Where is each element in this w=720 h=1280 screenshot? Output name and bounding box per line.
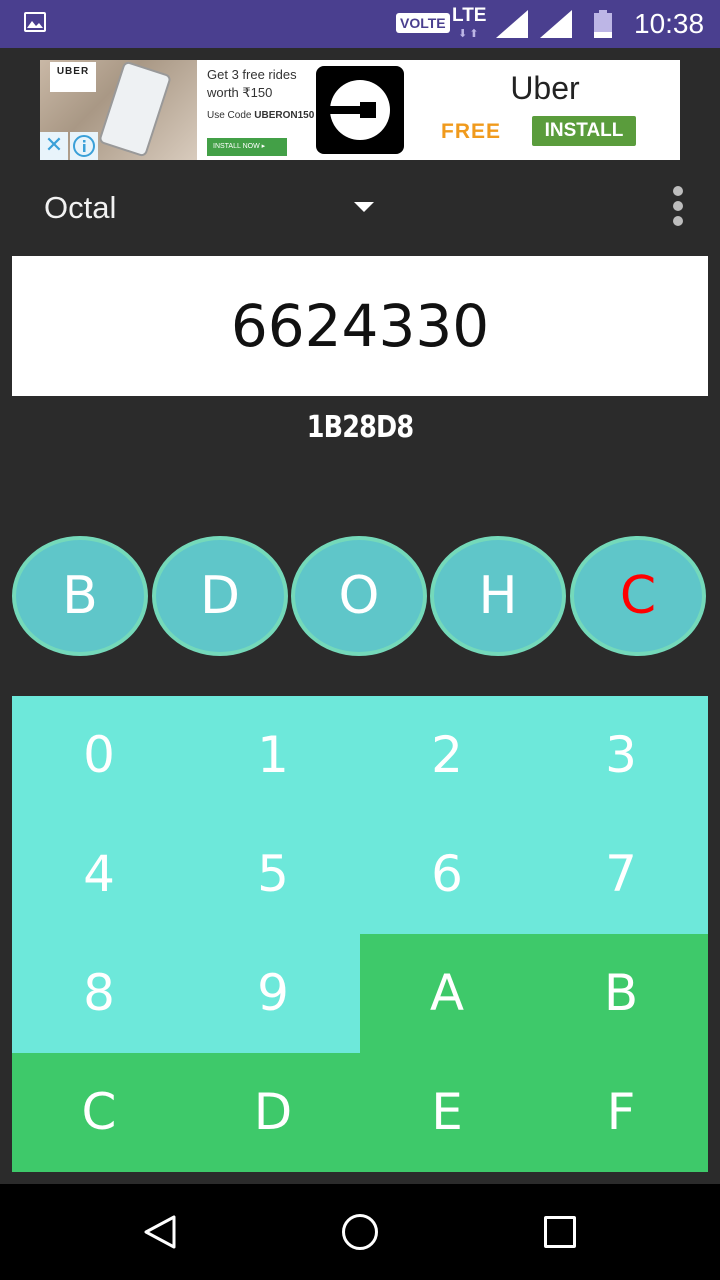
ad-install-now-label: INSTALL NOW bbox=[213, 143, 260, 150]
network-type: LTE bbox=[452, 5, 487, 26]
key-a[interactable]: A bbox=[360, 934, 534, 1053]
key-5[interactable]: 5 bbox=[186, 815, 360, 934]
signal-icon bbox=[496, 10, 528, 38]
key-9[interactable]: 9 bbox=[186, 934, 360, 1053]
volte-badge: VOLTE bbox=[396, 13, 450, 33]
ad-phone-image bbox=[97, 60, 173, 158]
ad-headline: Get 3 free rides worth ₹150 bbox=[207, 67, 297, 100]
close-icon[interactable]: ✕ bbox=[40, 132, 68, 160]
dropdown-arrow-icon[interactable] bbox=[354, 202, 374, 212]
battery-icon bbox=[594, 10, 612, 38]
ad-code-line: Use Code UBERON150 bbox=[207, 110, 314, 121]
key-2[interactable]: 2 bbox=[360, 696, 534, 815]
key-8[interactable]: 8 bbox=[12, 934, 186, 1053]
key-1[interactable]: 1 bbox=[186, 696, 360, 815]
ad-code: UBERON150 bbox=[254, 110, 315, 121]
key-0[interactable]: 0 bbox=[12, 696, 186, 815]
data-activity-icon: ⬇⬆ bbox=[458, 27, 481, 40]
key-3[interactable]: 3 bbox=[534, 696, 708, 815]
converted-value: 1B28D8 bbox=[306, 410, 414, 445]
ad-code-prefix: Use Code bbox=[207, 110, 255, 121]
uber-logo-icon bbox=[316, 66, 404, 154]
input-value: 6624330 bbox=[230, 292, 490, 360]
octal-button[interactable]: O bbox=[291, 536, 427, 656]
ad-install-button[interactable]: INSTALL bbox=[532, 116, 636, 146]
ad-banner[interactable]: UBER ✕ Get 3 free rides worth ₹150 Use C… bbox=[40, 60, 680, 160]
ad-photo: UBER ✕ bbox=[40, 60, 197, 160]
ad-price: FREE bbox=[441, 120, 502, 143]
screen: VOLTE LTE ⬇⬆ 10:38 UBER ✕ Get 3 free rid… bbox=[0, 0, 720, 1280]
navigation-bar bbox=[0, 1184, 720, 1280]
ad-install-now-button[interactable]: INSTALL NOW ▸ bbox=[207, 138, 287, 156]
recent-apps-icon[interactable] bbox=[544, 1216, 576, 1248]
info-icon[interactable] bbox=[70, 132, 98, 160]
ad-brand: Uber bbox=[510, 70, 580, 106]
key-d[interactable]: D bbox=[186, 1053, 360, 1172]
bottom-strip bbox=[0, 1172, 720, 1184]
mode-spinner[interactable]: Octal bbox=[44, 188, 116, 228]
more-options-icon[interactable] bbox=[668, 186, 688, 230]
key-6[interactable]: 6 bbox=[360, 815, 534, 934]
hex-button[interactable]: H bbox=[430, 536, 566, 656]
home-icon[interactable] bbox=[342, 1214, 378, 1250]
clear-button[interactable]: C bbox=[570, 536, 706, 656]
binary-button[interactable]: B bbox=[12, 536, 148, 656]
clock: 10:38 bbox=[634, 8, 705, 39]
back-icon[interactable] bbox=[142, 1214, 178, 1250]
key-f[interactable]: F bbox=[534, 1053, 708, 1172]
key-b[interactable]: B bbox=[534, 934, 708, 1053]
key-7[interactable]: 7 bbox=[534, 815, 708, 934]
gallery-icon bbox=[24, 12, 46, 32]
signal-icon bbox=[540, 10, 572, 38]
ad-photo-tag: UBER bbox=[50, 62, 96, 92]
key-e[interactable]: E bbox=[360, 1053, 534, 1172]
input-display: 6624330 bbox=[12, 256, 708, 396]
decimal-button[interactable]: D bbox=[152, 536, 288, 656]
status-bar: VOLTE LTE ⬇⬆ 10:38 bbox=[0, 0, 720, 48]
key-4[interactable]: 4 bbox=[12, 815, 186, 934]
keypad: 0 1 2 3 4 5 6 7 8 9 A B C D E F bbox=[12, 696, 708, 1172]
key-c[interactable]: C bbox=[12, 1053, 186, 1172]
base-button-row: B D O H C bbox=[12, 536, 708, 656]
